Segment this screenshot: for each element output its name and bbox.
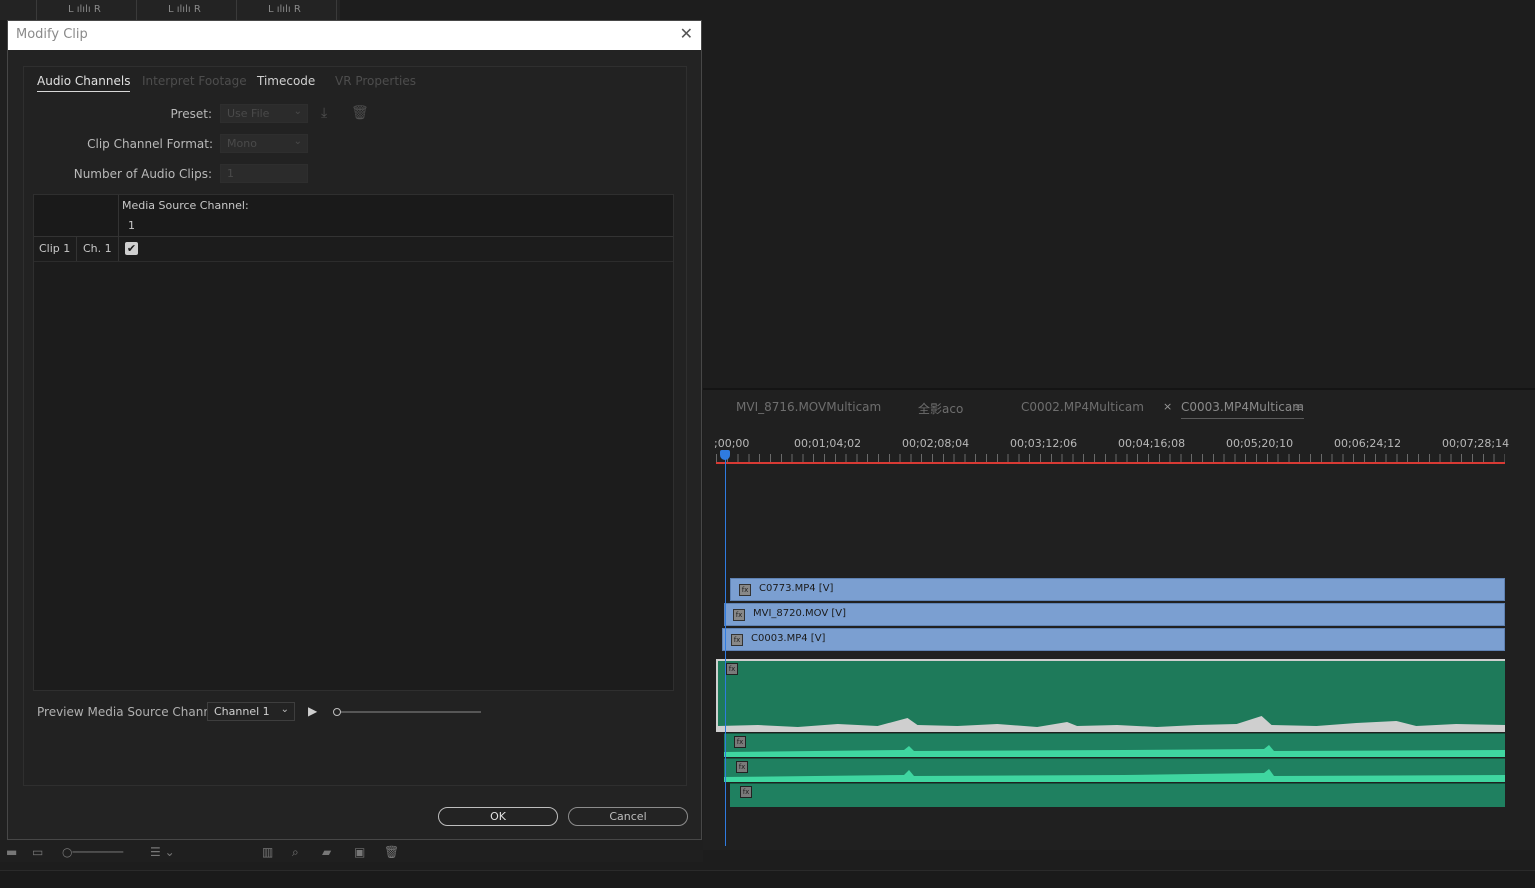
trash-icon[interactable]: 🗑 xyxy=(384,845,399,859)
fx-badge-icon: fx xyxy=(733,609,745,621)
divider xyxy=(118,236,119,261)
chevron-down-icon: ⌄ xyxy=(293,136,302,147)
divider xyxy=(36,0,37,20)
fx-badge-icon: fx xyxy=(740,786,752,798)
modify-clip-dialog: Modify Clip ✕ Audio Channels Interpret F… xyxy=(7,20,702,840)
preview-channel-label: Preview Media Source Channel: xyxy=(37,705,226,719)
list-view-icon[interactable]: ▬ xyxy=(6,845,17,859)
channel-cell: Ch. 1 xyxy=(83,242,112,255)
tab-sequence[interactable]: C0002.MP4Multicam xyxy=(1021,400,1144,414)
tab-interpret-footage[interactable]: Interpret Footage xyxy=(142,74,247,88)
tab-audio-channels[interactable]: Audio Channels xyxy=(37,74,131,92)
close-tab-icon[interactable]: × xyxy=(1163,400,1172,413)
video-clip[interactable]: fx MVI_8720.MOV [V] xyxy=(724,603,1505,626)
dialog-title-bar[interactable]: Modify Clip ✕ xyxy=(8,21,701,50)
time-ruler[interactable] xyxy=(716,454,1505,462)
video-clip[interactable]: fx C0003.MP4 [V] xyxy=(722,628,1505,651)
audio-waveform xyxy=(718,716,1505,730)
chevron-down-icon: ⌄ xyxy=(293,106,302,117)
ruler-timecode: ;00;00 xyxy=(714,437,750,450)
playhead-line xyxy=(725,458,726,846)
tab-timecode[interactable]: Timecode xyxy=(257,74,315,88)
preset-label: Preset: xyxy=(170,107,212,121)
audio-waveform xyxy=(724,745,1505,757)
status-bar xyxy=(0,870,1535,888)
channel-format-label: Clip Channel Format: xyxy=(87,137,213,151)
channel-number-header: 1 xyxy=(128,219,135,232)
fx-badge-icon: fx xyxy=(731,634,743,646)
table-row: Clip 1 Ch. 1 ✔ xyxy=(34,236,673,262)
fx-badge-icon: fx xyxy=(739,584,751,596)
cancel-button[interactable]: Cancel xyxy=(568,807,688,826)
meter-label: L ılılı R xyxy=(68,4,101,15)
divider xyxy=(136,0,137,20)
ruler-timecode: 00;04;16;08 xyxy=(1118,437,1186,450)
audio-clip[interactable]: fx xyxy=(730,783,1505,807)
ruler-timecode: 00;01;04;02 xyxy=(794,437,862,450)
meter-label: L ılılı R xyxy=(268,4,301,15)
clip-cell: Clip 1 xyxy=(39,242,71,255)
preset-dropdown[interactable]: Use File ⌄ xyxy=(220,104,308,123)
ruler-timecode: 00;07;28;14 xyxy=(1442,437,1510,450)
clip-name: C0773.MP4 [V] xyxy=(759,583,834,594)
channel-format-dropdown[interactable]: Mono ⌄ xyxy=(220,134,308,153)
icon-view-icon[interactable]: ▭ xyxy=(32,845,43,859)
save-preset-icon[interactable]: ⤓ xyxy=(321,105,327,121)
video-clip[interactable]: fx C0773.MP4 [V] xyxy=(730,578,1505,601)
clip-name: C0003.MP4 [V] xyxy=(751,633,826,644)
ruler-timecode: 00;06;24;12 xyxy=(1334,437,1402,450)
new-bin-icon[interactable]: ▰ xyxy=(322,845,331,859)
delete-preset-icon[interactable]: 🗑 xyxy=(351,105,369,121)
automate-icon[interactable]: ▥ xyxy=(262,845,273,859)
search-icon[interactable]: ⌕ xyxy=(292,845,299,860)
preview-scrubber[interactable] xyxy=(334,711,481,713)
tab-vr-properties[interactable]: VR Properties xyxy=(335,74,416,88)
audio-clip[interactable]: fx xyxy=(724,758,1505,782)
preview-channel-value: Channel 1 xyxy=(214,705,270,718)
grid-header: Media Source Channel: 1 xyxy=(34,195,673,237)
panel-menu-icon[interactable]: ≡ xyxy=(1294,400,1304,414)
clip-name: MVI_8720.MOV [V] xyxy=(753,608,847,619)
num-audio-clips-label: Number of Audio Clips: xyxy=(73,167,212,181)
meter-label: L ılılı R xyxy=(168,4,201,15)
new-item-icon[interactable]: ▣ xyxy=(354,845,365,859)
scrubber-handle[interactable] xyxy=(333,708,341,716)
chevron-down-icon: ⌄ xyxy=(280,704,289,715)
num-audio-clips-input[interactable]: 1 xyxy=(220,164,308,183)
channel-assignment-grid: Media Source Channel: 1 Clip 1 Ch. 1 ✔ xyxy=(33,194,674,691)
dialog-title: Modify Clip xyxy=(16,27,88,42)
preview-channel-dropdown[interactable]: Channel 1 ⌄ xyxy=(207,702,295,721)
tab-sequence[interactable]: 全影aco xyxy=(918,400,963,417)
num-audio-clips-value: 1 xyxy=(227,167,234,180)
close-icon[interactable]: ✕ xyxy=(680,24,693,43)
tab-sequence[interactable]: MVI_8716.MOVMulticam xyxy=(736,400,881,414)
preset-value: Use File xyxy=(227,107,270,120)
audio-clip[interactable]: fx xyxy=(724,733,1505,757)
divider xyxy=(236,0,237,20)
channel-format-value: Mono xyxy=(227,137,257,150)
zoom-slider-icon[interactable]: ○─────── xyxy=(62,845,123,859)
divider xyxy=(76,236,77,261)
audio-waveform xyxy=(724,769,1505,782)
ok-button[interactable]: OK xyxy=(438,807,558,826)
play-icon[interactable]: ▶ xyxy=(308,704,317,718)
grid-header-corner xyxy=(34,195,119,236)
tab-sequence-active[interactable]: C0003.MP4Multicam xyxy=(1181,400,1304,419)
ruler-timecode: 00;03;12;06 xyxy=(1010,437,1078,450)
ruler-timecode: 00;05;20;10 xyxy=(1226,437,1294,450)
audio-clip-selected[interactable]: fx xyxy=(716,659,1505,732)
ruler-timecode: 00;02;08;04 xyxy=(902,437,970,450)
work-area-bar[interactable] xyxy=(716,462,1505,464)
fx-badge-icon: fx xyxy=(726,663,738,675)
sort-icon[interactable]: ☰ ⌄ xyxy=(150,845,175,859)
media-source-channel-header: Media Source Channel: xyxy=(122,199,249,212)
divider xyxy=(336,0,337,20)
channel-checkbox[interactable]: ✔ xyxy=(125,242,138,255)
playhead[interactable] xyxy=(720,450,730,460)
